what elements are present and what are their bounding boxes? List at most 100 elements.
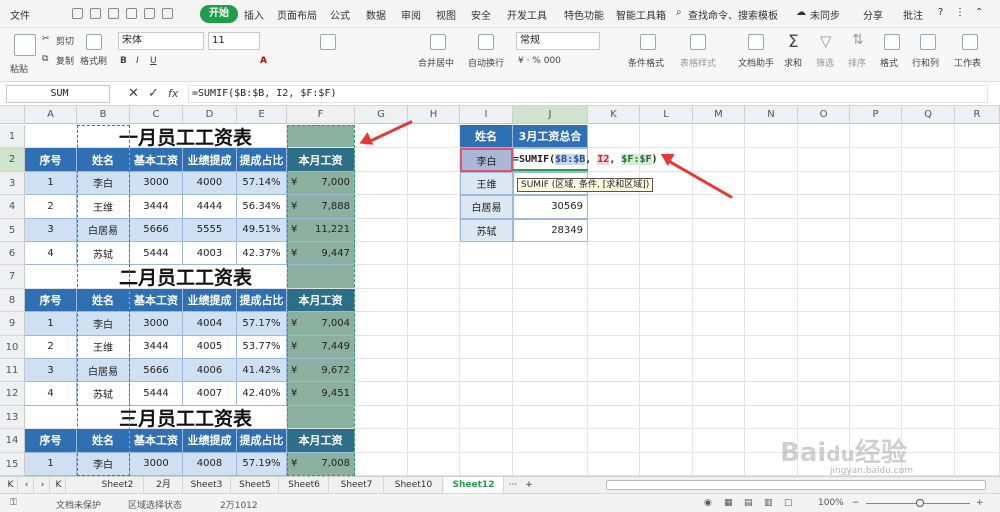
cell[interactable] xyxy=(798,171,850,196)
table-cell[interactable]: 4000 xyxy=(183,171,237,196)
table-cell[interactable]: 5666 xyxy=(130,218,183,242)
cell[interactable] xyxy=(355,195,408,219)
table-header-cell[interactable]: 基本工资 xyxy=(130,288,183,313)
cell[interactable] xyxy=(745,312,798,336)
table-cell[interactable]: 3000 xyxy=(130,452,183,476)
table-cell[interactable]: 42.40% xyxy=(237,382,287,406)
cell[interactable] xyxy=(902,405,955,430)
cell[interactable] xyxy=(513,359,588,383)
table-cell[interactable]: 2 xyxy=(25,195,77,219)
cell[interactable] xyxy=(640,288,693,313)
tab-data[interactable]: 数据 xyxy=(366,7,386,22)
table-header-cell[interactable]: 提成占比 xyxy=(237,148,287,172)
cell[interactable] xyxy=(588,125,640,149)
column-header[interactable]: N xyxy=(745,106,798,124)
cell[interactable] xyxy=(355,148,408,172)
cell[interactable] xyxy=(460,335,513,359)
page-layout-icon[interactable]: ▤ xyxy=(744,498,753,508)
cell[interactable] xyxy=(798,125,850,149)
undo-icon[interactable] xyxy=(144,8,155,19)
column-header[interactable]: K xyxy=(588,106,640,124)
sheet-tab[interactable]: 2月 xyxy=(145,477,183,493)
summary-name-cell[interactable]: 白居易 xyxy=(460,195,513,219)
cell[interactable] xyxy=(408,265,460,289)
table-cell[interactable]: 2 xyxy=(25,335,77,359)
column-header[interactable]: O xyxy=(798,106,850,124)
cell[interactable] xyxy=(287,265,355,289)
salary-cell[interactable]: ¥7,449 xyxy=(287,335,355,359)
cell[interactable] xyxy=(355,382,408,406)
italic-icon[interactable]: I xyxy=(136,56,139,66)
column-header[interactable]: J xyxy=(513,106,588,124)
cell[interactable] xyxy=(640,405,693,430)
zoom-in-icon[interactable]: + xyxy=(976,498,984,508)
sheet-tab[interactable]: Sheet10 xyxy=(385,477,443,493)
table-cell[interactable]: 4007 xyxy=(183,382,237,406)
save-as-icon[interactable] xyxy=(90,8,101,19)
cell[interactable] xyxy=(513,242,588,266)
table-header-cell[interactable]: 业绩提成 xyxy=(183,288,237,313)
row-header[interactable]: 14 xyxy=(0,429,25,453)
fx-icon[interactable]: fx xyxy=(168,87,178,100)
table-cell[interactable]: 4006 xyxy=(183,359,237,383)
table-header-cell[interactable]: 基本工资 xyxy=(130,429,183,453)
cell[interactable] xyxy=(408,242,460,266)
table-cell[interactable]: 4 xyxy=(25,242,77,266)
row-header[interactable]: 5 xyxy=(0,218,25,242)
cell[interactable] xyxy=(745,382,798,406)
cell[interactable] xyxy=(798,405,850,430)
cell[interactable] xyxy=(902,429,955,453)
table-cell[interactable]: 49.51% xyxy=(237,218,287,242)
search-command[interactable]: 查找命令、搜索模板 xyxy=(688,7,778,22)
cell[interactable] xyxy=(460,242,513,266)
tab-security[interactable]: 安全 xyxy=(471,7,491,22)
cell[interactable] xyxy=(798,265,850,289)
cell[interactable] xyxy=(355,265,408,289)
table-cell[interactable]: 53.77% xyxy=(237,335,287,359)
table-cell[interactable]: 3 xyxy=(25,218,77,242)
sort-button[interactable]: 排序 xyxy=(848,56,866,69)
cell[interactable] xyxy=(850,359,902,383)
cell[interactable] xyxy=(798,195,850,219)
merge-center-button[interactable]: 合并居中 xyxy=(418,56,454,69)
cell[interactable] xyxy=(408,382,460,406)
redo-icon[interactable] xyxy=(162,8,173,19)
read-mode-icon[interactable]: ▢ xyxy=(784,498,793,508)
cell[interactable] xyxy=(588,265,640,289)
row-header[interactable]: 11 xyxy=(0,359,25,383)
column-header[interactable]: L xyxy=(640,106,693,124)
row-header[interactable]: 2 xyxy=(0,148,25,172)
cell[interactable] xyxy=(693,335,745,359)
row-col-button[interactable]: 行和列 xyxy=(912,56,939,69)
cell[interactable] xyxy=(355,405,408,430)
table-cell[interactable]: 41.42% xyxy=(237,359,287,383)
cell[interactable] xyxy=(850,125,902,149)
sum-button[interactable]: 求和 xyxy=(784,56,802,69)
cell[interactable] xyxy=(588,312,640,336)
cell[interactable] xyxy=(902,148,955,172)
align-icon[interactable] xyxy=(320,34,336,50)
table-cell[interactable]: 苏轼 xyxy=(77,382,130,406)
more-tabs-button[interactable]: ··· xyxy=(506,477,520,493)
tab-special[interactable]: 特色功能 xyxy=(564,7,604,22)
cell[interactable] xyxy=(850,335,902,359)
row-header[interactable]: 12 xyxy=(0,382,25,406)
salary-cell[interactable]: ¥7,004 xyxy=(287,312,355,336)
table-header-cell[interactable]: 提成占比 xyxy=(237,288,287,313)
filter-icon[interactable]: ▽ xyxy=(820,32,832,50)
zoom-out-icon[interactable]: − xyxy=(852,498,860,508)
doc-helper-button[interactable]: 文档助手 xyxy=(738,56,774,69)
cell[interactable] xyxy=(798,382,850,406)
tab-page-layout[interactable]: 页面布局 xyxy=(277,7,317,22)
column-header[interactable]: E xyxy=(237,106,287,124)
tab-formula[interactable]: 公式 xyxy=(330,7,350,22)
cell[interactable] xyxy=(955,429,1000,453)
table-header-cell[interactable]: 序号 xyxy=(25,148,77,172)
cell[interactable] xyxy=(693,429,745,453)
cell[interactable] xyxy=(408,429,460,453)
row-header[interactable]: 1 xyxy=(0,125,25,149)
table-cell[interactable]: 5666 xyxy=(130,359,183,383)
cell[interactable] xyxy=(355,429,408,453)
cell[interactable] xyxy=(745,265,798,289)
table-cell[interactable]: 白居易 xyxy=(77,359,130,383)
